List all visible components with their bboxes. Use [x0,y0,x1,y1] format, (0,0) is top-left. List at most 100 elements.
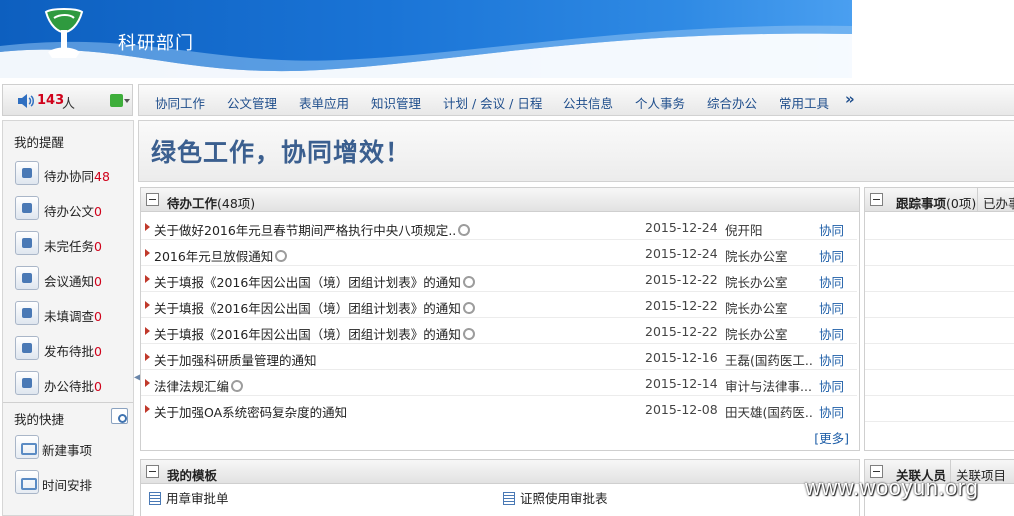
task-title-link[interactable]: 关于填报《2016年因公出国（境）团组计划表》的通知 [154,272,478,291]
task-title-link[interactable]: 法律法规汇编 [154,376,246,395]
menu-item-collaboration[interactable]: 协同工作 [155,93,205,112]
task-title: 关于填报《2016年因公出国（境）团组计划表》的通知 [154,327,461,342]
task-title-link[interactable]: 关于加强OA系统密码复杂度的通知 [154,402,347,421]
menu-item-public-info[interactable]: 公共信息 [563,93,613,112]
template-item[interactable]: 证照使用审批表 [503,488,608,507]
template-item-label: 证照使用审批表 [520,491,608,506]
task-title-link[interactable]: 关于加强科研质量管理的通知 [154,350,317,369]
table-row[interactable]: 关于加强OA系统密码复杂度的通知 2015-12-08 田天雄(国药医... 协… [141,396,857,422]
quick-item-label: 新建事项 [42,443,93,458]
form-icon [503,492,515,505]
task-sender: 王磊(国药医工... [725,353,813,368]
table-row[interactable]: 关于填报《2016年因公出国（境）团组计划表》的通知 2015-12-22 院长… [141,318,857,344]
table-row[interactable]: 法律法规汇编 2015-12-14 审计与法律事... 协同 [141,370,857,396]
template-item[interactable]: 用章审批单 [149,488,229,507]
online-users-box[interactable]: 143 人 [2,84,133,116]
quick-settings-icon[interactable] [111,408,128,424]
row-divider [865,291,1014,292]
pending-work-title-text: 待办工作 [167,196,218,211]
more-link[interactable]: [更多] [814,428,849,447]
menu-item-office[interactable]: 综合办公 [707,93,757,112]
top-bar: 143 人 协同工作 公文管理 表单应用 知识管理 计划 / 会议 / 日程 公… [0,84,1014,118]
sidebar-item-office-approval[interactable]: 办公待批0 [15,371,130,397]
arrow-right-icon [145,275,150,283]
arrow-right-icon [145,327,150,335]
row-divider [865,343,1014,344]
task-date: 2015-12-22 [645,324,718,339]
pending-work-header: 待办工作(48项) [141,188,859,212]
sidebar-item-meeting-notices[interactable]: 会议通知0 [15,266,130,292]
pending-work-count: (48项) [217,196,256,211]
attachment-icon [455,221,473,239]
table-row[interactable]: 关于填报《2016年因公出国（境）团组计划表》的通知 2015-12-22 院长… [141,292,857,318]
online-unit: 人 [62,97,76,112]
sidebar-divider [3,402,133,403]
task-date: 2015-12-22 [645,298,718,313]
sidebar-collapse-handle[interactable]: ◀ [134,372,142,392]
templates-header: 我的模板 [141,460,859,484]
attachment-icon [228,377,246,395]
menu-item-personal[interactable]: 个人事务 [635,93,685,112]
chevron-down-icon[interactable] [124,99,130,103]
collapse-icon[interactable] [870,193,883,206]
sidebar-item-pending-documents[interactable]: 待办公文0 [15,196,130,222]
task-title: 关于填报《2016年因公出国（境）团组计划表》的通知 [154,301,461,316]
tab-done[interactable]: 已办事 [983,193,1014,212]
menu-item-documents[interactable]: 公文管理 [227,93,277,112]
task-type-link[interactable]: 协同 [819,246,844,265]
task-title-link[interactable]: 关于做好2016年元旦春节期间严格执行中央八项规定.. [154,220,473,239]
task-title: 关于做好2016年元旦春节期间严格执行中央八项规定.. [154,223,457,238]
collapse-icon[interactable] [146,465,159,478]
task-type-link[interactable]: 协同 [819,376,844,395]
arrow-right-icon [145,249,150,257]
sidebar-item-unfilled-surveys[interactable]: 未填调查0 [15,301,130,327]
table-row[interactable]: 2016年元旦放假通知 2015-12-24 院长办公室 协同 [141,240,857,266]
slogan-banner: 绿色工作，协同增效！ [138,120,1014,182]
menu-item-plan-meeting-schedule[interactable]: 计划 / 会议 / 日程 [443,93,542,112]
quick-item-schedule[interactable]: 时间安排 [15,470,130,496]
task-title: 关于加强科研质量管理的通知 [154,353,317,368]
sidebar-item-label: 待办公文 [44,204,95,219]
task-sender: 院长办公室 [725,327,788,342]
menu-item-forms[interactable]: 表单应用 [299,93,349,112]
templates-panel: 我的模板 用章审批单 证照使用审批表 [140,459,860,516]
task-title-link[interactable]: 关于填报《2016年因公出国（境）团组计划表》的通知 [154,324,478,343]
row-divider [865,239,1014,240]
sidebar-item-publish-approval[interactable]: 发布待批0 [15,336,130,362]
task-type-link[interactable]: 协同 [819,324,844,343]
tab-tracking[interactable]: 跟踪事项(0项) [896,193,976,212]
task-title-link[interactable]: 关于填报《2016年因公出国（境）团组计划表》的通知 [154,298,478,317]
tab-divider [977,188,978,212]
status-check-icon[interactable] [110,94,123,107]
sidebar-item-label: 未填调查 [44,309,95,324]
watermark: www.wooyun.org [805,475,979,500]
menu-item-knowledge[interactable]: 知识管理 [371,93,421,112]
table-row[interactable]: 关于做好2016年元旦春节期间严格执行中央八项规定.. 2015-12-24 倪… [141,214,857,240]
chart-icon [15,336,39,360]
tracking-panel: 跟踪事项(0项) 已办事 [864,187,1014,451]
collapse-icon[interactable] [146,193,159,206]
meeting-icon [15,266,39,290]
row-divider [865,395,1014,396]
table-row[interactable]: 关于填报《2016年因公出国（境）团组计划表》的通知 2015-12-22 院长… [141,266,857,292]
sidebar-item-count: 0 [94,274,102,289]
task-type-link[interactable]: 协同 [819,298,844,317]
sidebar-item-unfinished-tasks[interactable]: 未完任务0 [15,231,130,257]
task-type-link[interactable]: 协同 [819,402,844,421]
sidebar-item-count: 0 [94,379,102,394]
task-sender: 审计与法律事... [725,379,812,394]
table-row[interactable]: 关于加强科研质量管理的通知 2015-12-16 王磊(国药医工... 协同 [141,344,857,370]
speaker-icon [18,94,34,108]
attachment-icon [460,325,478,343]
calendar-icon [15,470,39,494]
task-type-link[interactable]: 协同 [819,220,844,239]
menu-item-tools[interactable]: 常用工具 [779,93,829,112]
menu-more-button[interactable]: » [845,90,855,108]
task-icon [15,231,39,255]
task-type-link[interactable]: 协同 [819,350,844,369]
sidebar-item-pending-collaboration[interactable]: 待办协同48 [15,161,130,187]
task-title-link[interactable]: 2016年元旦放假通知 [154,246,290,265]
quick-item-new-item[interactable]: 新建事项 [15,435,130,461]
task-date: 2015-12-22 [645,272,718,287]
task-type-link[interactable]: 协同 [819,272,844,291]
